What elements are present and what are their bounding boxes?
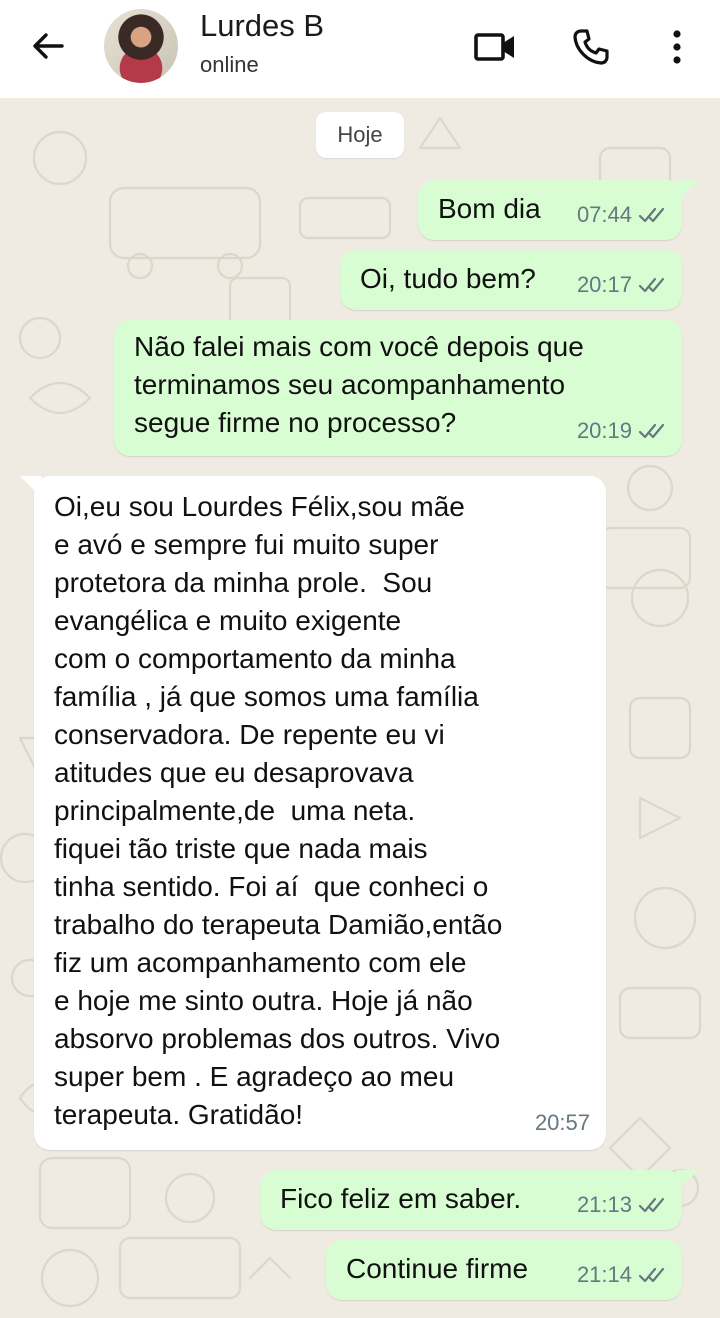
message-text: Fico feliz em saber. [280,1183,522,1214]
outgoing-message[interactable]: Bom dia 07:44 [418,180,682,240]
more-options-button[interactable] [652,22,702,72]
message-text: Não falei mais com você depois que termi… [134,331,584,438]
arrow-left-icon [33,33,64,59]
contact-status: online [200,52,259,77]
message-time: 21:13 [576,1192,632,1217]
more-vertical-icon [673,30,681,64]
avatar[interactable] [104,9,178,83]
bubble-tail [20,476,42,492]
outgoing-message[interactable]: Oi, tudo bem? 20:17 [340,250,682,310]
voice-call-button[interactable] [566,22,616,72]
message-text: Continue firme [346,1253,529,1284]
video-call-button[interactable] [470,22,520,72]
outgoing-message[interactable]: Não falei mais com você depois que termi… [114,320,682,456]
message-time: 07:44 [576,202,632,227]
message-meta: 20:17 [577,266,668,304]
contact-name[interactable]: Lurdes B [200,8,324,44]
double-check-icon [638,423,665,439]
message-time: 20:57 [534,1110,590,1135]
message-text: Bom dia [438,193,541,224]
bubble-tail [676,1170,698,1186]
chat-header: Lurdes B online [0,0,720,98]
double-check-icon [638,207,665,223]
message-text: Oi, tudo bem? [360,263,536,294]
message-meta: 07:44 [577,196,668,234]
double-check-icon [638,1197,665,1213]
incoming-message[interactable]: Oi,eu sou Lourdes Félix,sou mãe e avó e … [34,476,606,1150]
double-check-icon [638,277,665,293]
message-meta: 21:13 [577,1186,668,1224]
outgoing-message[interactable]: Fico feliz em saber. 21:13 [260,1170,682,1230]
phone-icon [573,29,609,65]
message-time: 20:19 [576,418,632,443]
video-camera-icon [474,33,514,61]
bubble-tail [676,180,698,196]
message-text: Oi,eu sou Lourdes Félix,sou mãe e avó e … [54,491,503,1130]
message-time: 21:14 [576,1262,632,1287]
message-meta: 20:19 [577,412,668,450]
chat-area[interactable]: Hoje Bom dia 07:44 Oi, tudo bem? 20:17 N… [0,98,720,1318]
message-time: 20:17 [576,272,632,297]
double-check-icon [638,1267,665,1283]
outgoing-message[interactable]: Continue firme 21:14 [326,1240,682,1300]
message-meta: 20:57 [535,1104,590,1142]
message-meta: 21:14 [577,1256,668,1294]
back-button[interactable] [26,24,70,68]
date-chip: Hoje [316,112,404,158]
